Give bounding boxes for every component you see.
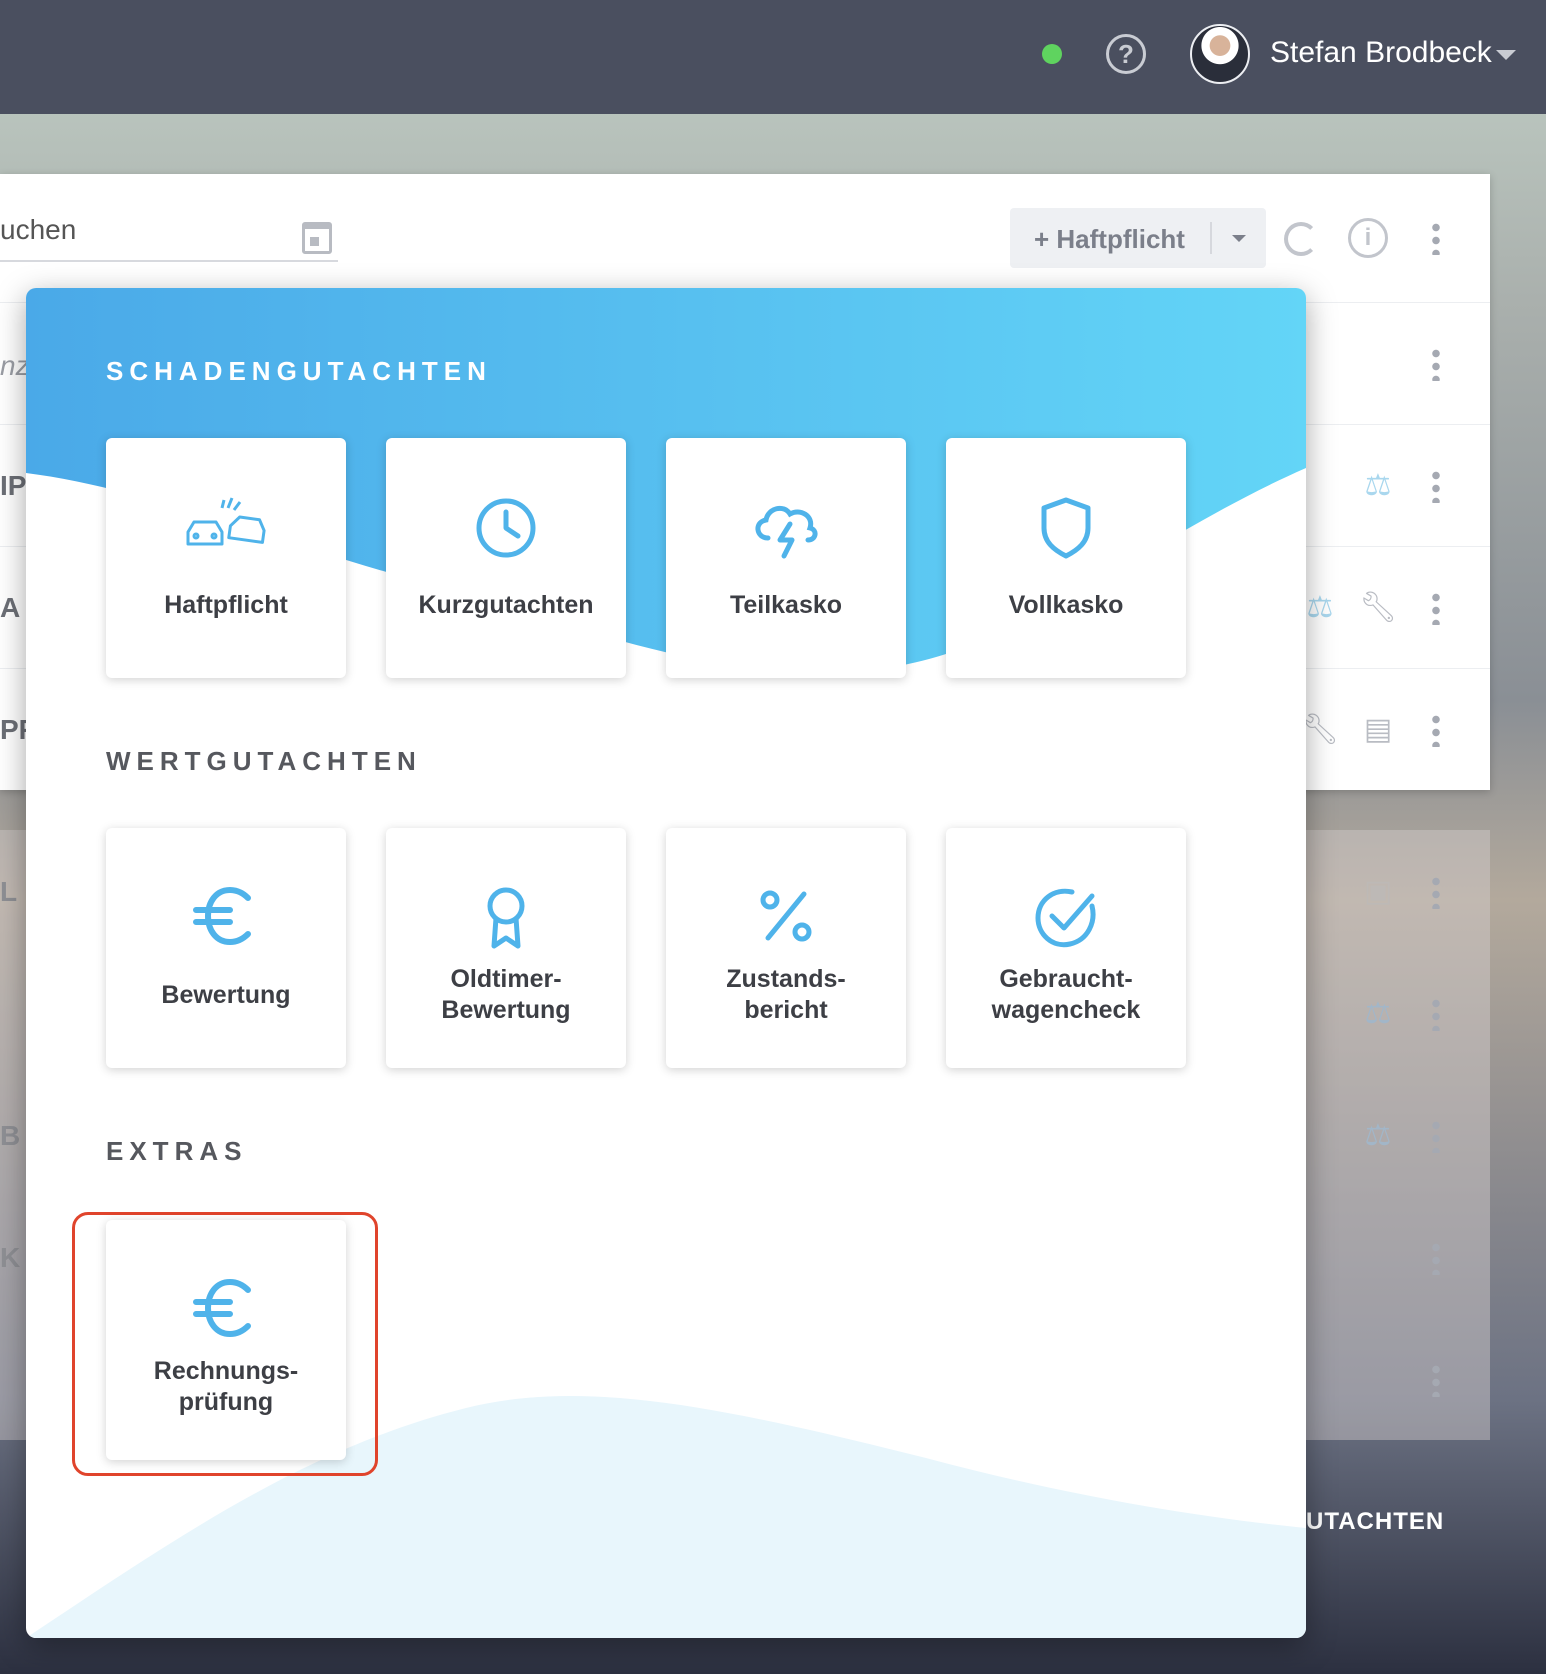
tile-vollkasko[interactable]: Vollkasko [946,438,1186,678]
new-report-button-label: + Haftpflicht [1034,224,1185,254]
gavel-icon[interactable]: ⚖ [1358,1116,1398,1156]
more-menu-icon[interactable] [1432,997,1440,1031]
more-menu-icon[interactable] [1432,1241,1440,1275]
tile-label: Vollkasko [1008,591,1124,619]
calendar-icon[interactable] [302,222,332,254]
tile-label: Bewertung [161,981,291,1009]
tile-teilkasko[interactable]: Teilkasko [666,438,906,678]
tile-label: Zustands- bericht [666,964,906,1026]
search-underline [0,260,338,262]
button-separator [1210,222,1212,254]
euro-icon [193,886,251,946]
chevron-down-icon[interactable] [1496,50,1516,60]
tile-rechnungspruefung[interactable]: Rechnungs- prüfung [106,1220,346,1460]
online-status-indicator [1042,44,1062,64]
gavel-icon[interactable]: ⚖ [1300,588,1340,628]
tile-haftpflicht[interactable]: Haftpflicht [106,438,346,678]
tile-label-line: Zustands- [726,965,846,993]
wrench-icon[interactable]: 🔧︎ [1300,710,1340,750]
gavel-icon[interactable]: ⚖ [1358,466,1398,506]
tile-label-line: Bewertung [441,996,571,1024]
more-menu-icon[interactable] [1432,1363,1440,1397]
percent-icon [760,890,812,942]
tile-label-line: Rechnungs- [153,1357,299,1385]
shield-icon [1041,497,1091,559]
tile-bewertung[interactable]: Bewertung [106,828,346,1068]
tile-label-line: bericht [744,996,828,1024]
tile-kurzgutachten[interactable]: Kurzgutachten [386,438,626,678]
section-title-value: WERTGUTACHTEN [106,746,422,776]
search-input[interactable]: uchen [0,214,76,246]
user-name[interactable]: Stefan Brodbeck [1270,36,1492,70]
tile-label: Rechnungs- prüfung [106,1356,346,1418]
wrench-icon[interactable]: 🔧︎ [1358,588,1398,628]
avatar[interactable] [1190,24,1250,84]
tile-label: Gebraucht- wagencheck [946,964,1186,1026]
tile-gebrauchtwagencheck[interactable]: Gebraucht- wagencheck [946,828,1186,1068]
award-ribbon-icon [487,887,525,949]
tile-label-line: prüfung [178,1388,274,1416]
section-title-extras: EXTRAS [106,1136,248,1166]
help-icon[interactable]: ? [1106,34,1146,74]
more-menu-icon[interactable] [1432,347,1440,381]
gavel-icon[interactable]: ⚖ [1358,994,1398,1034]
section-title-damage: SCHADENGUTACHTEN [106,356,492,386]
comment-icon[interactable]: ▤ [1358,710,1398,750]
tile-label-line: Oldtimer- [450,965,562,993]
car-crash-icon [186,497,266,546]
lightning-cloud-icon [755,505,818,559]
check-circle-icon [1035,888,1096,948]
more-menu-icon[interactable] [1432,591,1440,625]
more-menu-icon[interactable] [1432,875,1440,909]
tile-zustandsbericht[interactable]: Zustands- bericht [666,828,906,1068]
chevron-down-icon[interactable] [1232,235,1246,242]
footer-tab-label[interactable]: UTACHTEN [1306,1508,1444,1536]
tile-label-line: wagencheck [991,996,1141,1024]
tile-label: Kurzgutachten [418,591,594,619]
refresh-icon[interactable] [1284,222,1318,256]
clock-icon [476,498,536,558]
more-menu-icon[interactable] [1432,469,1440,503]
new-report-type-modal: SCHADENGUTACHTEN Haftpflicht Kurzgutacht… [26,288,1306,1638]
add-document-icon[interactable]: ▣ [1358,872,1398,912]
new-report-button[interactable]: + Haftpflicht [1010,208,1266,268]
row-edge-text: K [0,1242,21,1273]
tile-label: Oldtimer- Bewertung [386,964,626,1026]
tile-label: Haftpflicht [164,591,288,619]
more-menu-icon[interactable] [1432,221,1440,255]
more-menu-icon[interactable] [1432,1119,1440,1153]
tile-oldtimer-bewertung[interactable]: Oldtimer- Bewertung [386,828,626,1068]
row-edge-text: B [0,1120,21,1151]
row-edge-text: L [0,876,18,907]
tile-label-line: Gebraucht- [999,965,1133,993]
tile-label: Teilkasko [729,591,843,619]
info-icon[interactable]: i [1348,218,1388,258]
more-menu-icon[interactable] [1432,713,1440,747]
euro-icon [193,1278,251,1338]
